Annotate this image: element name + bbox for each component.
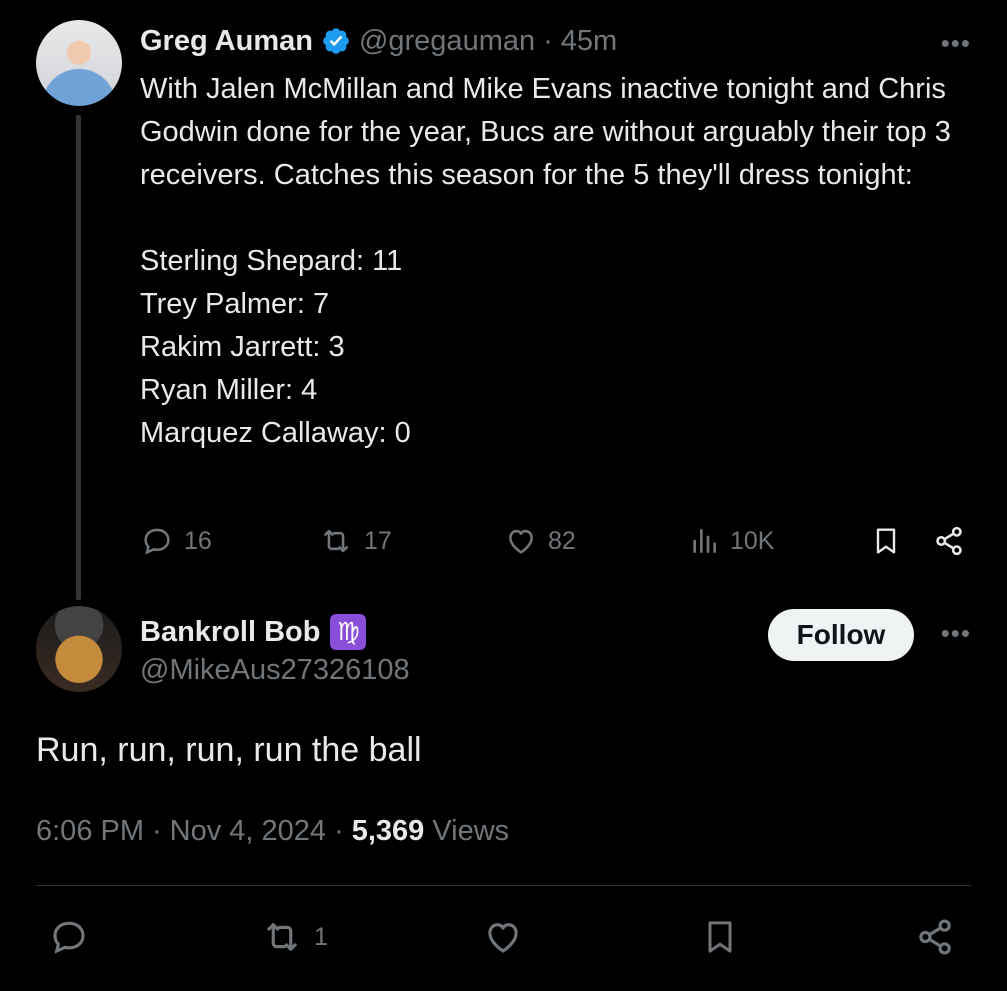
parent-action-bar: 16 17 82 10K — [140, 520, 970, 562]
parent-tweet-text: With Jalen McMillan and Mike Evans inact… — [140, 73, 951, 449]
reply-action-bar: 1 — [36, 912, 971, 962]
views-count: 10K — [730, 526, 775, 555]
parent-header: Greg Auman @gregauman · 45m — [140, 22, 617, 60]
thread-line — [76, 115, 81, 600]
like-button[interactable] — [482, 912, 524, 962]
reply-button[interactable]: 16 — [140, 520, 212, 562]
bookmark-button[interactable] — [870, 520, 902, 562]
repost-count: 1 — [314, 922, 328, 951]
separator-dot: · — [334, 815, 344, 847]
reply-icon — [48, 916, 90, 958]
parent-author-name[interactable]: Greg Auman — [140, 25, 313, 58]
reply-text: Run, run, run, run the ball — [36, 731, 422, 769]
separator-dot: · — [543, 24, 553, 57]
share-button[interactable] — [914, 912, 956, 962]
reply-views-label: Views — [432, 815, 510, 847]
divider — [36, 885, 971, 886]
repost-count: 17 — [364, 526, 392, 555]
more-icon[interactable]: ••• — [941, 28, 971, 59]
reply-metadata: 6:06 PM · Nov 4, 2024 · 5,369 Views — [36, 810, 509, 852]
reply-time[interactable]: 6:06 PM — [36, 810, 144, 852]
repost-button[interactable]: 1 — [260, 912, 328, 962]
more-icon[interactable]: ••• — [941, 618, 971, 649]
parent-avatar[interactable] — [36, 20, 122, 106]
like-icon — [504, 524, 538, 558]
repost-icon — [318, 524, 354, 558]
parent-author-handle[interactable]: @gregauman — [359, 25, 535, 58]
reply-button[interactable] — [48, 912, 90, 962]
verified-badge-icon — [321, 26, 351, 56]
views-icon — [688, 524, 720, 558]
reply-icon — [140, 524, 174, 558]
views-button[interactable]: 10K — [688, 520, 774, 562]
reply-avatar[interactable] — [36, 606, 122, 692]
reply-date[interactable]: Nov 4, 2024 — [170, 810, 326, 852]
like-icon — [482, 916, 524, 958]
reply-author-name-row: Bankroll Bob ♍ — [140, 612, 367, 652]
repost-icon — [260, 916, 304, 958]
share-button[interactable] — [932, 520, 966, 562]
share-icon — [914, 916, 956, 958]
reply-count: 16 — [184, 526, 212, 555]
bookmark-button[interactable] — [700, 912, 740, 962]
parent-timestamp[interactable]: 45m — [561, 25, 617, 58]
reply-author-name[interactable]: Bankroll Bob — [140, 616, 320, 649]
like-button[interactable]: 82 — [504, 520, 576, 562]
bookmark-icon — [700, 915, 740, 959]
repost-button[interactable]: 17 — [318, 520, 392, 562]
like-count: 82 — [548, 526, 576, 555]
reply-views-count: 5,369 — [351, 815, 425, 847]
virgo-badge: ♍ — [330, 614, 367, 650]
separator-dot: · — [152, 815, 162, 847]
share-icon — [932, 524, 966, 558]
follow-button[interactable]: Follow — [768, 609, 914, 661]
bookmark-icon — [870, 523, 902, 559]
reply-author-handle[interactable]: @MikeAus27326108 — [140, 654, 410, 687]
